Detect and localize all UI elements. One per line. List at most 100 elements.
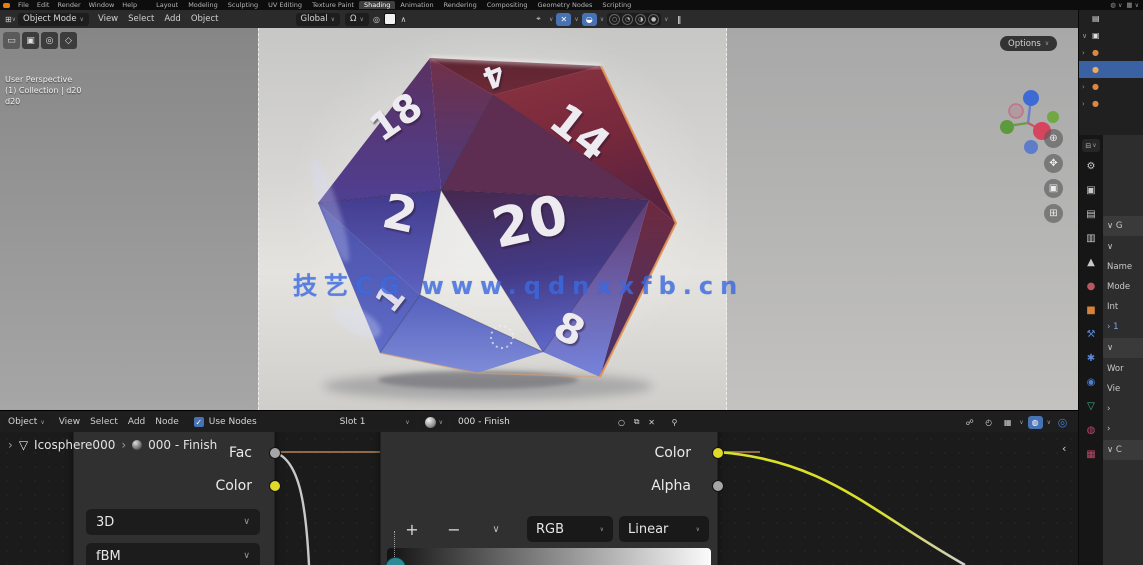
properties-row[interactable]: ∨ G (1103, 216, 1143, 236)
expand-caret-icon[interactable]: › (1082, 49, 1089, 57)
node-menu-item[interactable]: Select (85, 417, 123, 427)
outliner-row[interactable]: ● (1079, 61, 1143, 78)
topbar-menu-item[interactable]: File (14, 1, 33, 9)
properties-row[interactable]: › 1 (1103, 317, 1143, 337)
properties-row[interactable]: ∨ C (1103, 440, 1143, 460)
workspace-tab[interactable]: Rendering (439, 1, 482, 9)
nav-button[interactable]: ⊞ (1044, 204, 1063, 223)
node-editor-canvas[interactable]: › ▽ Icosphere000 › 000 - Finish Fac Colo… (0, 432, 1078, 565)
fake-user-icon[interactable]: ○ (614, 416, 629, 429)
expand-caret-icon[interactable]: ∨ (1082, 32, 1089, 40)
workspace-tab[interactable]: Sculpting (223, 1, 263, 9)
interpolation-dropdown[interactable]: Linear ∨ (619, 516, 709, 542)
nav-button[interactable]: ▣ (1044, 179, 1063, 198)
workspace-tab[interactable]: Modeling (183, 1, 223, 9)
orientation-dropdown[interactable]: Global ∨ (295, 12, 341, 26)
viewport-3d[interactable]: 4 18 14 2 20 8 1 ▭ ▣ ◎ ◇ User Perspectiv… (0, 28, 1078, 410)
ramp-options-dropdown[interactable]: ∨ (479, 516, 513, 542)
properties-tab[interactable]: ▤ (1082, 207, 1100, 222)
tool-cursor[interactable]: ▣ (22, 32, 39, 49)
workspace-tab[interactable]: Compositing (482, 1, 533, 9)
tool-select-box[interactable]: ▭ (3, 32, 20, 49)
workspace-tab[interactable]: Geometry Nodes (533, 1, 598, 9)
slot-dropdown[interactable]: Slot 1 ∨ (334, 414, 415, 430)
scene-selector-icon[interactable]: ◍ ∨ (1110, 1, 1122, 9)
topbar-menu-item[interactable]: Window (85, 1, 119, 9)
node-link-icon[interactable]: ☍ (962, 416, 977, 429)
workspace-tab[interactable]: Texture Paint (307, 1, 359, 9)
viewport-menu-item[interactable]: Add (159, 14, 185, 24)
sidebar-toggle-icon[interactable]: ‹ (1062, 442, 1066, 455)
properties-row[interactable]: Name (1103, 257, 1143, 277)
material-name-field[interactable]: 000 - Finish (452, 414, 615, 430)
ramp-color-output-socket[interactable] (712, 447, 724, 459)
shading-mode-button[interactable]: ◑ (635, 13, 647, 25)
viewport-menu-item[interactable]: View (93, 14, 123, 24)
preview-toggle-icon[interactable]: ◍ (1027, 415, 1043, 429)
overlays-toggle-icon[interactable]: ◒ (581, 12, 597, 26)
color-output-socket[interactable] (269, 480, 281, 492)
viewport-menu-item[interactable]: Select (123, 14, 159, 24)
falloff-icon[interactable]: ∧ (396, 13, 411, 26)
properties-tab[interactable]: ⚙ (1082, 159, 1100, 174)
shading-mode-button[interactable]: ● (648, 13, 660, 25)
node-snap-icon[interactable]: ◴ (981, 416, 996, 429)
properties-tab[interactable]: ◍ (1082, 423, 1100, 438)
use-nodes-checkbox[interactable]: ✓ (193, 417, 204, 427)
ramp-alpha-output-socket[interactable] (712, 480, 724, 492)
node-menu-item[interactable]: View (54, 417, 85, 427)
new-material-icon[interactable]: ⧉ (629, 416, 644, 429)
properties-row[interactable]: Wor (1103, 359, 1143, 379)
fac-output-socket[interactable] (269, 447, 281, 459)
material-browse-dropdown[interactable]: ∨ (419, 414, 449, 430)
outliner-row[interactable]: › ● (1079, 78, 1143, 95)
properties-row[interactable]: Mode (1103, 277, 1143, 297)
topbar-menu-item[interactable]: Edit (33, 1, 54, 9)
nav-button[interactable]: ✥ (1044, 154, 1063, 173)
properties-row[interactable]: › (1103, 399, 1143, 419)
options-dropdown[interactable]: Options ∨ (1000, 36, 1058, 51)
node-menu-item[interactable]: Add (123, 417, 150, 427)
shading-mode-button[interactable]: ◔ (622, 13, 634, 25)
color-mode-dropdown[interactable]: RGB ∨ (527, 516, 613, 542)
properties-tab[interactable]: ● (1082, 279, 1100, 294)
pause-render-icon[interactable]: ‖ (672, 13, 687, 26)
properties-row[interactable]: ∨ (1103, 237, 1143, 257)
expand-caret-icon[interactable]: › (1082, 83, 1089, 91)
blender-logo-icon[interactable] (3, 2, 10, 8)
properties-tab[interactable]: ▥ (1082, 231, 1100, 246)
workspace-tab[interactable]: Scripting (597, 1, 636, 9)
node-menu-item[interactable]: Node (150, 417, 184, 427)
tool-move[interactable]: ◎ (41, 32, 58, 49)
properties-row[interactable]: ∨ (1103, 338, 1143, 358)
color-ramp-node[interactable]: Color Alpha + − ∨ RGB ∨ Linear ∨ (380, 432, 724, 565)
mode-dropdown[interactable]: Object Mode ∨ (18, 12, 89, 26)
properties-editor-type-icon[interactable]: ⊟ ∨ (1082, 139, 1100, 152)
expand-caret-icon[interactable]: › (1082, 100, 1089, 108)
outliner-row[interactable]: › ● (1079, 44, 1143, 61)
properties-tab[interactable]: ⚒ (1082, 327, 1100, 342)
properties-tab[interactable]: ▽ (1082, 399, 1100, 414)
backdrop-icon[interactable]: ◎ (1055, 416, 1070, 429)
properties-tab[interactable]: ▲ (1082, 255, 1100, 270)
color-swatch[interactable] (383, 13, 396, 25)
unlink-material-icon[interactable]: ✕ (644, 416, 659, 429)
properties-tab[interactable]: ✱ (1082, 351, 1100, 366)
outliner-row[interactable]: ▤ (1079, 10, 1143, 27)
remove-stop-button[interactable]: − (437, 516, 471, 542)
proportional-edit-icon[interactable]: ◎ (369, 13, 384, 26)
workspace-tab[interactable]: Animation (395, 1, 438, 9)
shading-mode-button[interactable]: ○ (609, 13, 621, 25)
topbar-menu-item[interactable]: Render (53, 1, 84, 9)
workspace-tab[interactable]: Layout (151, 1, 183, 9)
properties-tab[interactable]: ▦ (1082, 447, 1100, 462)
properties-row[interactable]: › (1103, 419, 1143, 439)
properties-tab[interactable]: ▣ (1082, 183, 1100, 198)
outliner-row[interactable]: ∨ ▣ (1079, 27, 1143, 44)
workspace-tab[interactable]: Shading (359, 1, 396, 9)
shader-type-dropdown[interactable]: Object ∨ (3, 414, 50, 430)
outliner-row[interactable]: › ● (1079, 95, 1143, 112)
add-stop-button[interactable]: + (395, 516, 429, 542)
viewport-menu-item[interactable]: Object (186, 14, 224, 24)
noise-type-dropdown[interactable]: fBM ∨ (86, 543, 260, 565)
